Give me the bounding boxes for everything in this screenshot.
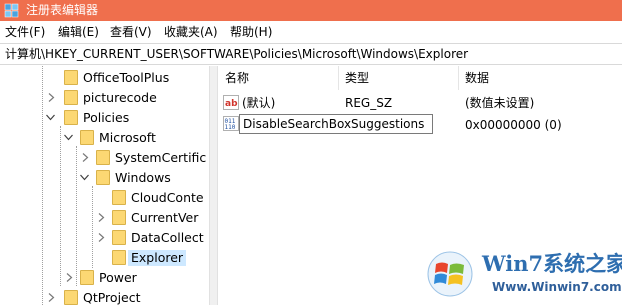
menu-view[interactable]: 查看(V) <box>110 25 152 40</box>
tree-item-label: Microsoft <box>99 130 156 145</box>
key-tree[interactable]: OfficeToolPlus picturecode Policies Micr… <box>0 66 209 305</box>
tree-item-explorer[interactable]: Explorer <box>0 248 209 268</box>
chevron-right-icon[interactable] <box>65 273 74 282</box>
tree-item-windows[interactable]: Windows <box>0 168 209 188</box>
tree-item-label: Explorer <box>128 250 187 266</box>
tree-item-label: OfficeToolPlus <box>83 70 170 85</box>
rename-input[interactable]: DisableSearchBoxSuggestions <box>239 114 433 134</box>
tree-item-label: CloudConte <box>131 190 204 205</box>
folder-icon <box>112 190 126 205</box>
tree-item-label: DataCollect <box>131 230 204 245</box>
address-bar[interactable]: 计算机\HKEY_CURRENT_USER\SOFTWARE\Policies\… <box>0 43 622 65</box>
tree-item-label: Power <box>99 270 137 285</box>
folder-icon <box>64 70 78 85</box>
folder-icon <box>96 150 110 165</box>
folder-icon <box>112 250 126 265</box>
chevron-right-icon[interactable] <box>81 153 90 162</box>
menu-favorites[interactable]: 收藏夹(A) <box>164 25 218 40</box>
watermark-title: Win7系统之家 <box>482 251 622 276</box>
tree-item-picturecode[interactable]: picturecode <box>0 88 209 108</box>
folder-icon <box>64 290 78 305</box>
tree-item-microsoft[interactable]: Microsoft <box>0 128 209 148</box>
registry-editor-icon <box>4 3 19 18</box>
chevron-right-icon[interactable] <box>47 93 56 102</box>
registry-editor-window: 注册表编辑器 文件(F) 编辑(E) 查看(V) 收藏夹(A) 帮助(H) 计算… <box>0 0 622 305</box>
chevron-down-icon[interactable] <box>80 173 89 182</box>
tree-item-label: SystemCertific <box>115 150 207 165</box>
folder-icon <box>96 170 110 185</box>
tree-item-label: CurrentVer <box>131 210 199 225</box>
pane-splitter[interactable] <box>209 66 218 305</box>
binary-value-icon: 011 110 <box>223 116 239 131</box>
value-data: 0x00000000 (0) <box>465 118 562 132</box>
tree-item-power[interactable]: Power <box>0 268 209 288</box>
tree-item-label: Policies <box>83 110 130 125</box>
watermark-logo: Win7系统之家 Www.Winwin7.com <box>420 246 622 302</box>
chevron-right-icon[interactable] <box>97 233 106 242</box>
window-title: 注册表编辑器 <box>26 3 99 17</box>
chevron-right-icon[interactable] <box>47 293 56 302</box>
value-row[interactable]: 011 110 DisableSearchBoxSuggestions 0x00… <box>218 66 622 136</box>
address-path[interactable]: 计算机\HKEY_CURRENT_USER\SOFTWARE\Policies\… <box>5 47 468 62</box>
tree-item-datacollection[interactable]: DataCollect <box>0 228 209 248</box>
menu-help[interactable]: 帮助(H) <box>230 25 272 40</box>
tree-item-systemcertificates[interactable]: SystemCertific <box>0 148 209 168</box>
tree-item-label: Windows <box>115 170 171 185</box>
chevron-down-icon[interactable] <box>46 113 55 122</box>
folder-icon <box>112 210 126 225</box>
folder-icon <box>64 110 78 125</box>
svg-text:110: 110 <box>225 124 236 131</box>
folder-icon <box>112 230 126 245</box>
menu-bar: 文件(F) 编辑(E) 查看(V) 收藏夹(A) 帮助(H) <box>0 21 622 43</box>
title-bar[interactable]: 注册表编辑器 <box>0 0 622 21</box>
folder-icon <box>80 270 94 285</box>
tree-item-label: QtProject <box>83 290 141 305</box>
menu-edit[interactable]: 编辑(E) <box>58 25 99 40</box>
watermark-url: Www.Winwin7.com <box>492 280 622 294</box>
tree-item-policies[interactable]: Policies <box>0 108 209 128</box>
folder-icon <box>80 130 94 145</box>
windows-logo-icon <box>427 251 473 297</box>
chevron-right-icon[interactable] <box>97 213 106 222</box>
menu-file[interactable]: 文件(F) <box>5 25 45 40</box>
tree-item-qtproject[interactable]: QtProject <box>0 288 209 305</box>
tree-item-currentversion[interactable]: CurrentVer <box>0 208 209 228</box>
tree-item-label: picturecode <box>83 90 157 105</box>
tree-item-officetoolplus[interactable]: OfficeToolPlus <box>0 68 209 88</box>
tree-item-cloudcontent[interactable]: CloudConte <box>0 188 209 208</box>
value-name[interactable]: DisableSearchBoxSuggestions <box>243 117 424 132</box>
folder-icon <box>64 90 78 105</box>
chevron-down-icon[interactable] <box>64 133 73 142</box>
